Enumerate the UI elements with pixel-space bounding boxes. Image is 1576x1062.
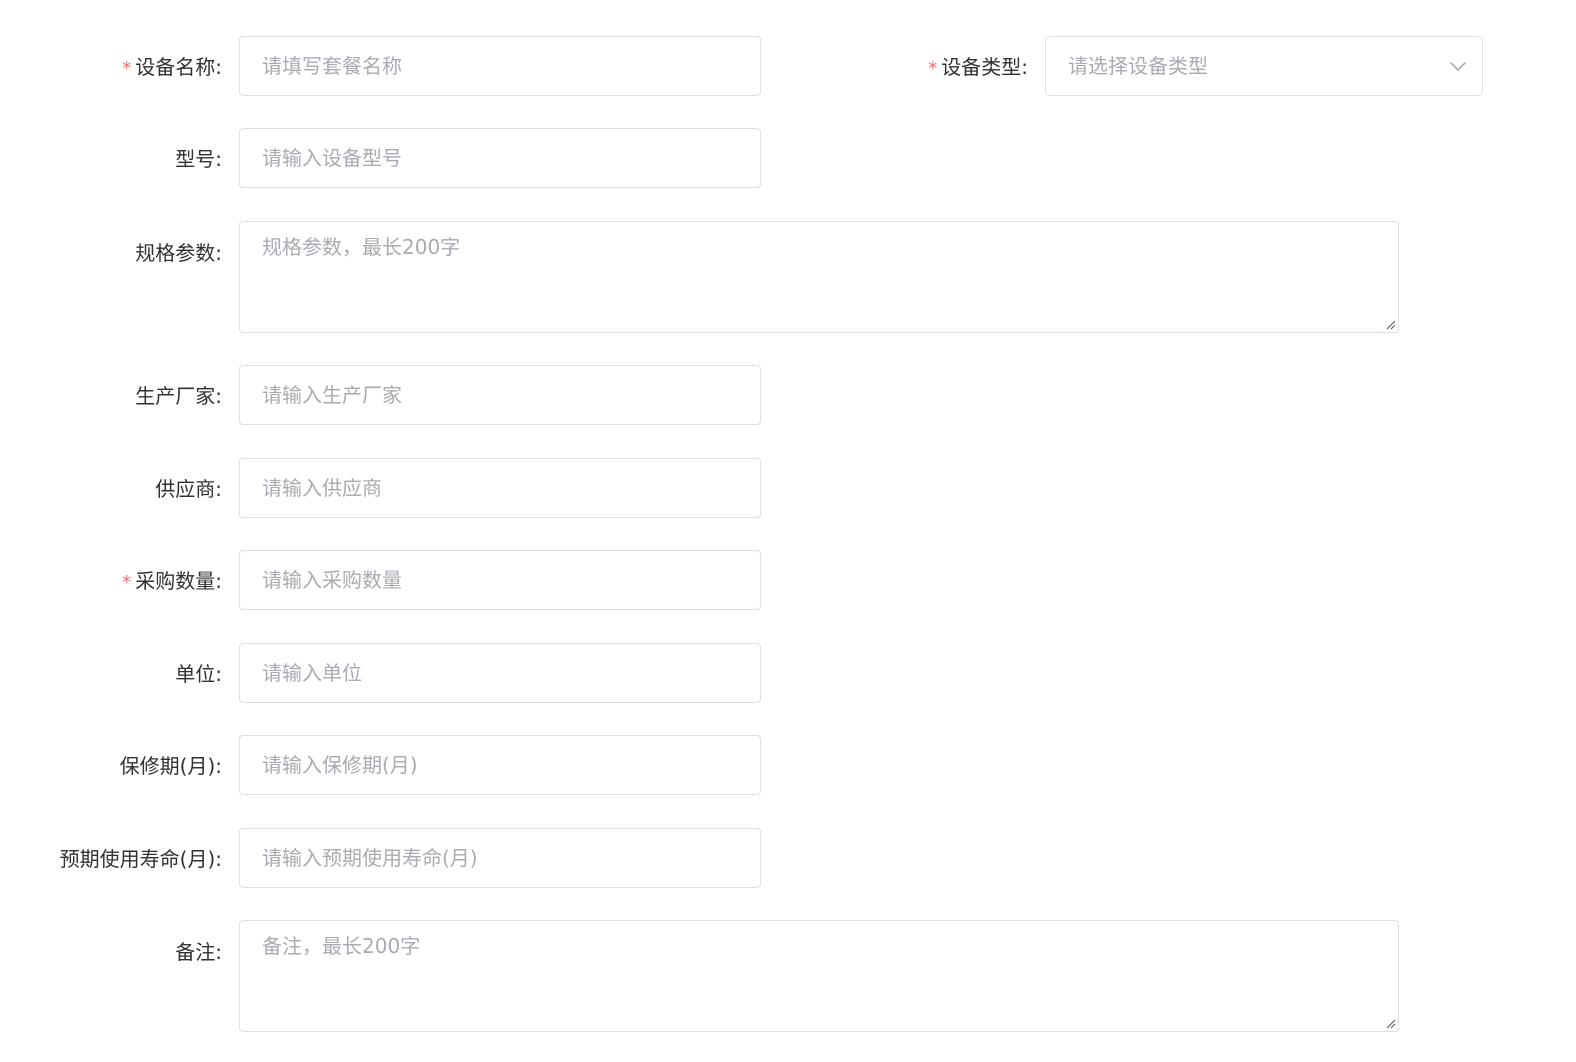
specs-label: 规格参数:: [0, 239, 222, 267]
remarks-field[interactable]: [239, 920, 1399, 1032]
supplier-label: 供应商:: [0, 475, 222, 503]
purchase-quantity-label: * 采购数量:: [0, 567, 222, 597]
supplier-input[interactable]: [240, 459, 760, 517]
warranty-label-text: 保修期(月):: [119, 754, 222, 778]
specs-field[interactable]: [239, 221, 1399, 333]
manufacturer-field[interactable]: [239, 365, 761, 425]
device-type-label-text: 设备类型:: [941, 55, 1028, 79]
manufacturer-label: 生产厂家:: [0, 382, 222, 410]
manufacturer-label-text: 生产厂家:: [135, 384, 222, 408]
warranty-label: 保修期(月):: [0, 752, 222, 780]
lifespan-input[interactable]: [240, 829, 760, 887]
unit-label-text: 单位:: [175, 662, 222, 686]
model-label-text: 型号:: [175, 147, 222, 171]
supplier-field[interactable]: [239, 458, 761, 518]
purchase-quantity-input[interactable]: [240, 551, 760, 609]
remarks-label: 备注:: [0, 938, 222, 966]
device-type-select[interactable]: 请选择设备类型: [1045, 36, 1483, 96]
purchase-quantity-label-text: 采购数量:: [135, 569, 222, 593]
specs-textarea[interactable]: [240, 222, 1398, 332]
unit-label: 单位:: [0, 660, 222, 688]
lifespan-label-text: 预期使用寿命(月):: [59, 847, 222, 871]
required-mark: *: [928, 58, 938, 79]
device-type-placeholder: 请选择设备类型: [1068, 54, 1208, 78]
unit-input[interactable]: [240, 644, 760, 702]
lifespan-field[interactable]: [239, 828, 761, 888]
purchase-quantity-field[interactable]: [239, 550, 761, 610]
unit-field[interactable]: [239, 643, 761, 703]
supplier-label-text: 供应商:: [155, 477, 222, 501]
required-mark: *: [122, 572, 132, 593]
warranty-field[interactable]: [239, 735, 761, 795]
chevron-down-icon[interactable]: [1448, 56, 1468, 76]
remarks-label-text: 备注:: [175, 940, 222, 964]
model-label: 型号:: [0, 145, 222, 173]
warranty-input[interactable]: [240, 736, 760, 794]
specs-label-text: 规格参数:: [135, 241, 222, 265]
device-type-label: * 设备类型:: [0, 53, 1028, 83]
manufacturer-input[interactable]: [240, 366, 760, 424]
model-field[interactable]: [239, 128, 761, 188]
lifespan-label: 预期使用寿命(月):: [0, 845, 222, 873]
model-input[interactable]: [240, 129, 760, 187]
remarks-textarea[interactable]: [240, 921, 1398, 1031]
